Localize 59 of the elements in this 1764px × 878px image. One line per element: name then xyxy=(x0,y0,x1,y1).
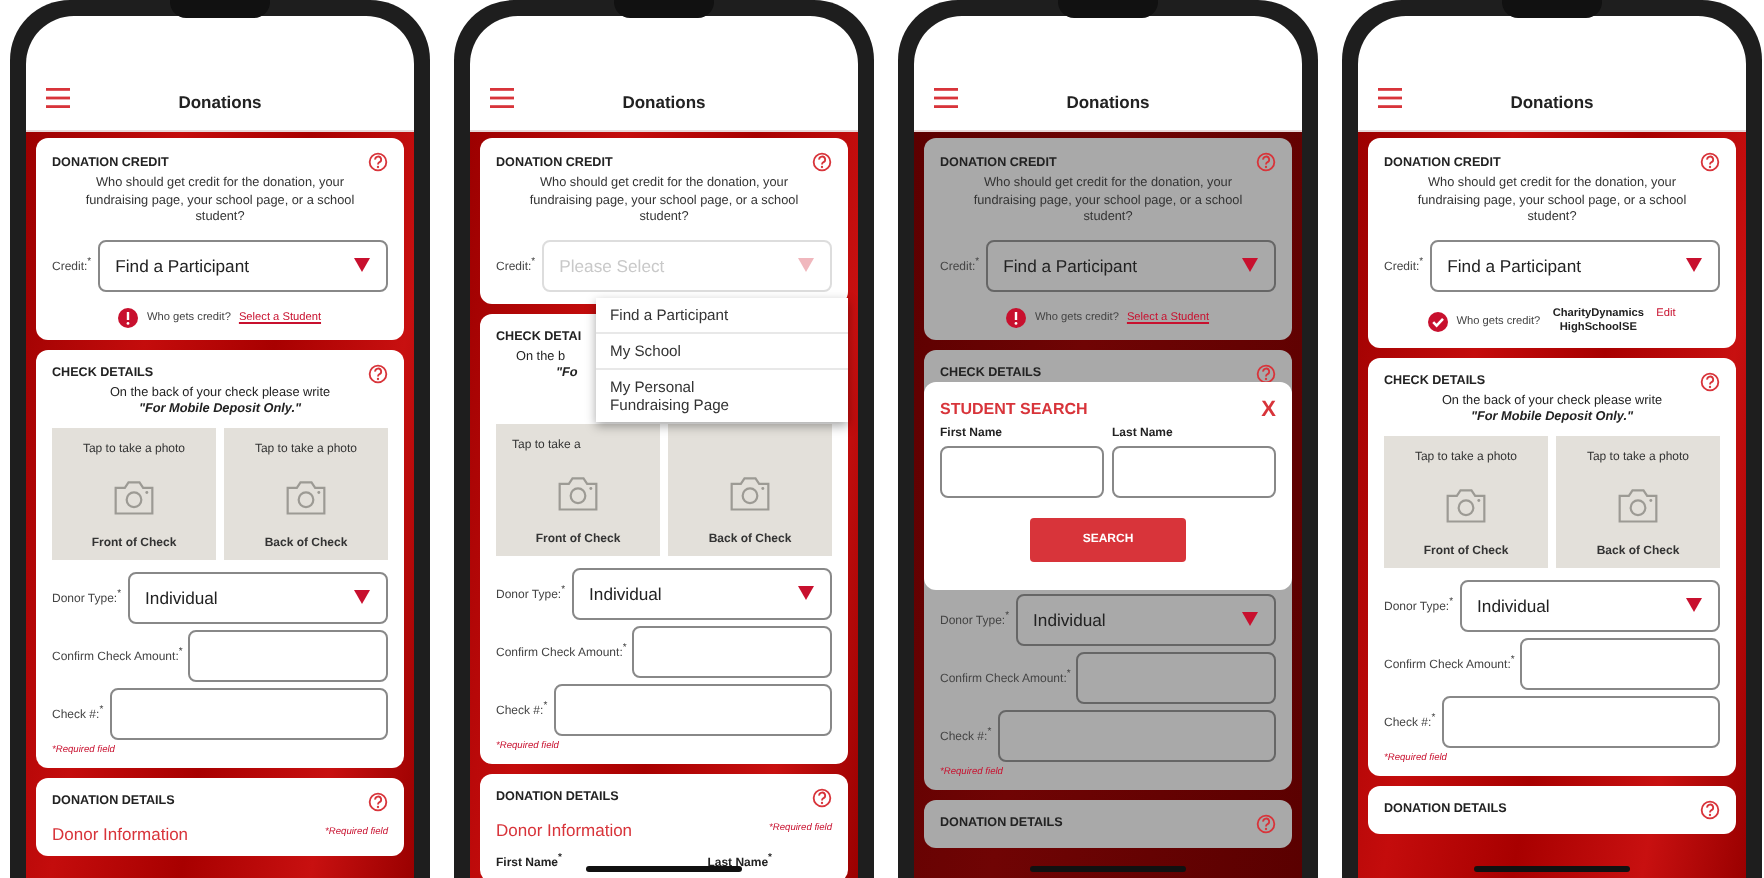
help-icon[interactable] xyxy=(368,791,388,811)
caret-icon xyxy=(354,590,370,604)
check-icon xyxy=(1428,311,1449,331)
caret-icon xyxy=(798,586,814,600)
warning-icon xyxy=(1006,307,1027,327)
help-icon[interactable] xyxy=(368,152,388,172)
camera-icon xyxy=(284,478,328,516)
input-field[interactable] xyxy=(1076,651,1276,703)
menu-icon[interactable] xyxy=(934,88,958,108)
screen-title: Donations xyxy=(178,92,262,112)
dropdown-field[interactable]: Individual xyxy=(571,567,832,619)
dropdown-field[interactable]: Find a Participant xyxy=(97,239,388,291)
help-icon[interactable] xyxy=(1256,363,1276,383)
dropdown-field[interactable]: Individual xyxy=(127,571,388,623)
input-field[interactable] xyxy=(940,445,1104,497)
phone-notch xyxy=(614,0,714,18)
input-field[interactable] xyxy=(1520,637,1720,689)
input-field[interactable] xyxy=(1112,445,1276,497)
input-field[interactable] xyxy=(1441,695,1720,747)
camera-icon xyxy=(728,474,772,512)
dialog-title: STUDENT SEARCH xyxy=(940,400,1088,418)
caret-icon xyxy=(1686,598,1702,612)
screen-title: Donations xyxy=(1066,92,1150,112)
help-icon[interactable] xyxy=(812,152,832,172)
phone-notch xyxy=(170,0,270,18)
menu-icon[interactable] xyxy=(46,88,70,108)
input-field[interactable] xyxy=(553,683,832,735)
input-field[interactable] xyxy=(997,709,1276,761)
phone-notch xyxy=(1502,0,1602,18)
screen-title: Donations xyxy=(1510,92,1594,112)
camera-icon xyxy=(1444,486,1488,524)
help-icon[interactable] xyxy=(1700,371,1720,391)
dropdown-field[interactable]: Find a Participant xyxy=(985,239,1276,291)
input-field[interactable] xyxy=(188,629,388,681)
input-field[interactable] xyxy=(632,625,832,677)
help-icon[interactable] xyxy=(812,787,832,807)
caret-icon xyxy=(354,258,370,272)
subsection-title: Donor Information xyxy=(496,819,633,839)
dropdown-field[interactable]: Individual xyxy=(1015,593,1276,645)
help-icon[interactable] xyxy=(368,363,388,383)
caret-icon xyxy=(1242,258,1258,272)
warning-icon xyxy=(118,307,139,327)
camera-icon xyxy=(1616,486,1660,524)
camera-icon xyxy=(556,474,600,512)
help-icon[interactable] xyxy=(1700,799,1720,819)
help-icon[interactable] xyxy=(1700,152,1720,172)
menu-icon[interactable] xyxy=(1378,88,1402,108)
dropdown-field[interactable]: Individual xyxy=(1459,579,1720,631)
menu-icon[interactable] xyxy=(490,88,514,108)
input-field[interactable] xyxy=(109,687,388,739)
close-button[interactable]: X xyxy=(1261,397,1276,421)
screen-title: Donations xyxy=(622,92,706,112)
camera-icon xyxy=(112,478,156,516)
caret-icon xyxy=(798,258,814,272)
caret-icon xyxy=(1686,258,1702,272)
phone-notch xyxy=(1058,0,1158,18)
dropdown-field[interactable]: Find a Participant xyxy=(1429,239,1720,291)
caret-icon xyxy=(1242,612,1258,626)
subsection-title: Donor Information xyxy=(52,823,189,843)
